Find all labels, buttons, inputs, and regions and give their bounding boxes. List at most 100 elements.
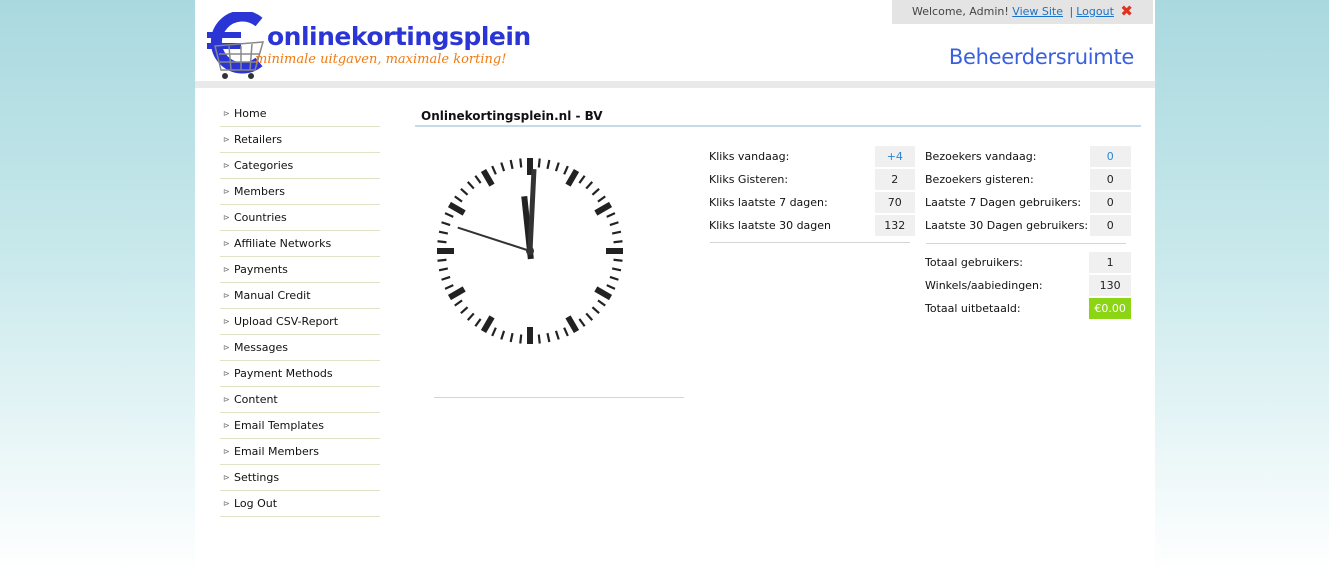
stat-row: Totaal gebruikers: 1 — [921, 252, 1131, 273]
menu-arrow-icon: ⊳ — [223, 421, 230, 430]
clock-hour-mark — [594, 201, 613, 216]
sidebar-item-log-out[interactable]: ⊳ Log Out — [220, 491, 380, 517]
clock-minute-mark — [597, 195, 606, 203]
menu-arrow-icon: ⊳ — [223, 291, 230, 300]
stat-value: 0 — [1089, 192, 1131, 213]
sidebar-menu: ⊳ Home ⊳ Retailers ⊳ Categories ⊳ Members ⊳ Count… — [220, 101, 380, 517]
area-title: Beheerdersruimte — [948, 45, 1134, 69]
sidebar-item-label: Log Out — [234, 497, 278, 510]
site-logo[interactable]: onlinekortingsplein minimale uitgaven, m… — [207, 12, 537, 82]
clock-minute-mark — [591, 187, 600, 196]
sidebar-item-categories[interactable]: ⊳ Categories — [220, 153, 380, 179]
stat-value: +4 — [874, 146, 915, 167]
sidebar-item-label: Countries — [234, 211, 287, 224]
clock-minute-mark — [454, 299, 463, 307]
sidebar-item-upload-csv-report[interactable]: ⊳ Upload CSV-Report — [220, 309, 380, 335]
clock-minute-mark — [563, 327, 569, 337]
menu-arrow-icon: ⊳ — [223, 395, 230, 404]
clock-minute-mark — [460, 187, 469, 196]
sidebar-item-label: Email Members — [234, 445, 319, 458]
logo-tagline: minimale uitgaven, maximale korting! — [255, 52, 507, 67]
totals-stats-table: Totaal gebruikers: 1 Winkels/aabiedingen: 1… — [921, 250, 1131, 321]
stat-value: 70 — [874, 192, 915, 213]
sidebar-item-email-templates[interactable]: ⊳ Email Templates — [220, 413, 380, 439]
clock-hour-mark — [565, 168, 580, 187]
stat-value: €0.00 — [1089, 298, 1131, 319]
sidebar-item-retailers[interactable]: ⊳ Retailers — [220, 127, 380, 153]
stat-row: Laatste 7 Dagen gebruikers: 0 — [921, 192, 1131, 213]
clock-minute-mark — [441, 221, 451, 227]
clock-minute-mark — [519, 334, 523, 344]
clock-center — [526, 247, 534, 255]
sidebar-item-manual-credit[interactable]: ⊳ Manual Credit — [220, 283, 380, 309]
clock-hour-mark — [565, 315, 580, 334]
sidebar-item-messages[interactable]: ⊳ Messages — [220, 335, 380, 361]
page: onlinekortingsplein minimale uitgaven, m… — [195, 0, 1155, 572]
stat-row: Kliks Gisteren: 2 — [705, 169, 915, 190]
stat-row: Bezoekers gisteren: 0 — [921, 169, 1131, 190]
clock-minute-mark — [578, 175, 586, 184]
sidebar-item-payment-methods[interactable]: ⊳ Payment Methods — [220, 361, 380, 387]
sidebar-item-label: Email Templates — [234, 419, 324, 432]
logout-x-icon[interactable]: ✖ — [1120, 2, 1133, 20]
clock-minute-mark — [563, 165, 569, 175]
sidebar-item-members[interactable]: ⊳ Members — [220, 179, 380, 205]
clock-minute-mark — [438, 230, 449, 235]
view-site-link[interactable]: View Site — [1012, 5, 1063, 18]
sidebar-item-label: Settings — [234, 471, 280, 484]
stat-label: Bezoekers vandaag: — [925, 150, 1037, 163]
clock-minute-mark — [609, 221, 619, 227]
clock-minute-mark — [437, 240, 447, 244]
clicks-divider — [710, 242, 910, 243]
clock-minute-mark — [554, 330, 560, 340]
clock-minute-mark — [437, 258, 447, 262]
visitors-stats-table: Bezoekers vandaag: 0 Bezoekers gisteren: 0 L… — [921, 144, 1131, 238]
stat-label: Bezoekers gisteren: — [925, 173, 1034, 186]
sidebar-item-content[interactable]: ⊳ Content — [220, 387, 380, 413]
clock-hour-mark — [447, 201, 466, 216]
clock-minute-mark — [585, 312, 594, 321]
clock-divider — [434, 397, 684, 398]
menu-arrow-icon: ⊳ — [223, 161, 230, 170]
stat-row: Bezoekers vandaag: 0 — [921, 146, 1131, 167]
sidebar-item-home[interactable]: ⊳ Home — [220, 101, 380, 127]
clock-hour-mark — [480, 315, 495, 334]
clock-minute-mark — [537, 158, 541, 168]
clock-minute-mark — [606, 212, 616, 218]
separator: | — [1069, 5, 1074, 18]
stat-row: Laatste 30 Dagen gebruikers: 0 — [921, 215, 1131, 236]
logo-title: onlinekortingsplein — [267, 22, 531, 51]
sidebar-item-affiliate-networks[interactable]: ⊳ Affiliate Networks — [220, 231, 380, 257]
sidebar-item-label: Members — [234, 185, 285, 198]
clock-minute-mark — [474, 318, 482, 327]
logout-link[interactable]: Logout — [1076, 5, 1114, 18]
clock-minute-hand — [527, 168, 537, 256]
clock-minute-mark — [546, 159, 551, 170]
sidebar-item-countries[interactable]: ⊳ Countries — [220, 205, 380, 231]
stat-label: Laatste 30 Dagen gebruikers: — [925, 219, 1089, 232]
menu-arrow-icon: ⊳ — [223, 369, 230, 378]
clock-minute-mark — [537, 334, 541, 344]
clock-minute-mark — [613, 258, 623, 262]
header-divider — [195, 81, 1155, 88]
sidebar-item-label: Retailers — [234, 133, 283, 146]
sidebar-item-label: Upload CSV-Report — [234, 315, 339, 328]
page-title: Onlinekortingsplein.nl - BV — [415, 108, 1141, 127]
clock-minute-mark — [466, 312, 475, 321]
sidebar-item-label: Content — [234, 393, 278, 406]
header: onlinekortingsplein minimale uitgaven, m… — [195, 0, 1155, 81]
clock-minute-mark — [509, 332, 514, 343]
analog-clock — [437, 158, 623, 344]
stat-label: Kliks laatste 30 dagen — [709, 219, 832, 232]
menu-arrow-icon: ⊳ — [223, 447, 230, 456]
sidebar-item-label: Messages — [234, 341, 288, 354]
clock-second-hand — [457, 226, 531, 252]
clock-minute-mark — [500, 162, 506, 172]
sidebar-item-email-members[interactable]: ⊳ Email Members — [220, 439, 380, 465]
clock-minute-mark — [609, 275, 619, 281]
sidebar-item-settings[interactable]: ⊳ Settings — [220, 465, 380, 491]
sidebar-item-payments[interactable]: ⊳ Payments — [220, 257, 380, 283]
stat-value: 0 — [1089, 215, 1131, 236]
clock-minute-mark — [454, 195, 463, 203]
clock-minute-mark — [466, 181, 475, 190]
